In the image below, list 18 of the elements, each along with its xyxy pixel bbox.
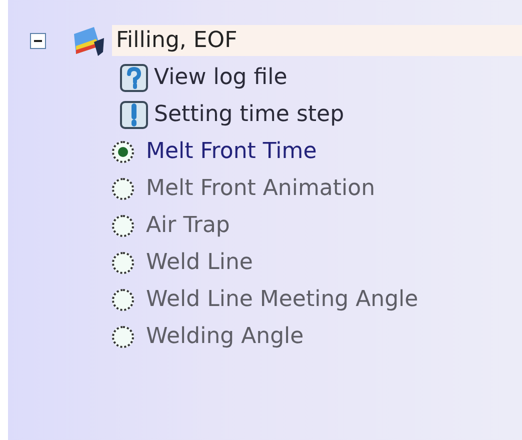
- radio-button[interactable]: [112, 252, 134, 274]
- tree-item[interactable]: View log file: [154, 65, 288, 90]
- radio-button[interactable]: [112, 140, 134, 162]
- radio-button[interactable]: [112, 288, 134, 310]
- radio-label[interactable]: Weld Line: [146, 250, 253, 275]
- radio-label[interactable]: Melt Front Animation: [146, 176, 376, 201]
- radio-button[interactable]: [112, 214, 134, 236]
- radio-label[interactable]: Weld Line Meeting Angle: [146, 287, 418, 312]
- radio-button[interactable]: [112, 326, 134, 348]
- radio-label[interactable]: Air Trap: [146, 213, 230, 238]
- tree-node[interactable]: Filling, EOF: [112, 25, 522, 56]
- exclamation-mark-icon: [120, 100, 148, 128]
- radio-label[interactable]: Welding Angle: [146, 324, 304, 349]
- question-mark-icon: [120, 64, 148, 92]
- radio-label[interactable]: Melt Front Time: [146, 139, 317, 164]
- tree-item[interactable]: Setting time step: [154, 102, 344, 127]
- radio-button[interactable]: [112, 178, 134, 200]
- collapse-toggle[interactable]: [30, 32, 46, 48]
